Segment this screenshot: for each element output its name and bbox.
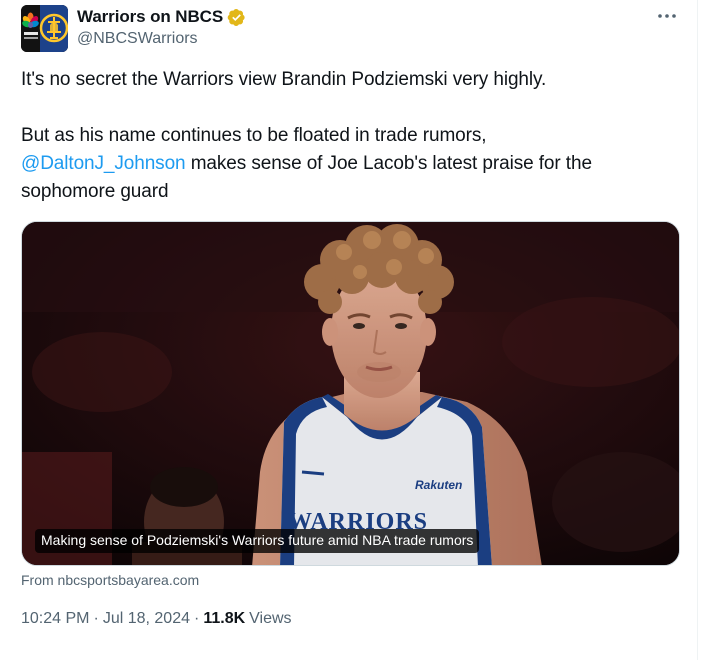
tweet-time[interactable]: 10:24 PM: [21, 610, 89, 628]
author-block: Warriors on NBCS @NBCSWarriors: [77, 6, 246, 48]
tweet-date[interactable]: Jul 18, 2024: [103, 610, 190, 628]
meta-separator: ·: [93, 610, 99, 627]
verified-badge-icon[interactable]: [227, 8, 246, 27]
views-label: Views: [249, 610, 292, 627]
more-options-button[interactable]: [655, 7, 679, 25]
tweet-text: It's no secret the Warriors view Brandin…: [21, 66, 671, 206]
tweet-header: Warriors on NBCS @NBCSWarriors: [21, 5, 679, 53]
link-preview-card[interactable]: Rakuten WARRIORS Making sense of Podziem…: [21, 221, 680, 566]
views-count[interactable]: 11.8K: [203, 610, 245, 628]
tweet-paragraph-2: But as his name continues to be floated …: [21, 122, 671, 206]
tweet-paragraph-2-prefix: But as his name continues to be floated …: [21, 125, 487, 146]
link-card-caption: Making sense of Podziemski's Warriors fu…: [35, 529, 480, 553]
article-photo: Rakuten WARRIORS: [22, 222, 679, 565]
tweet-paragraph-1: It's no secret the Warriors view Brandin…: [21, 69, 547, 90]
link-card-source[interactable]: From nbcsportsbayarea.com: [21, 572, 199, 588]
nbcs-warriors-logo-icon: [21, 5, 68, 52]
mention-link[interactable]: @DaltonJ_Johnson: [21, 153, 186, 174]
author-handle[interactable]: @NBCSWarriors: [77, 30, 246, 48]
more-horizontal-icon: [658, 14, 676, 18]
meta-separator: ·: [194, 610, 200, 627]
avatar[interactable]: [21, 5, 68, 52]
display-name-row: Warriors on NBCS: [77, 6, 246, 28]
tweet-card: Warriors on NBCS @NBCSWarriors It's no s…: [0, 0, 698, 660]
tweet-meta: 10:24 PM · Jul 18, 2024 · 11.8K Views: [21, 610, 292, 628]
display-name[interactable]: Warriors on NBCS: [77, 7, 223, 27]
